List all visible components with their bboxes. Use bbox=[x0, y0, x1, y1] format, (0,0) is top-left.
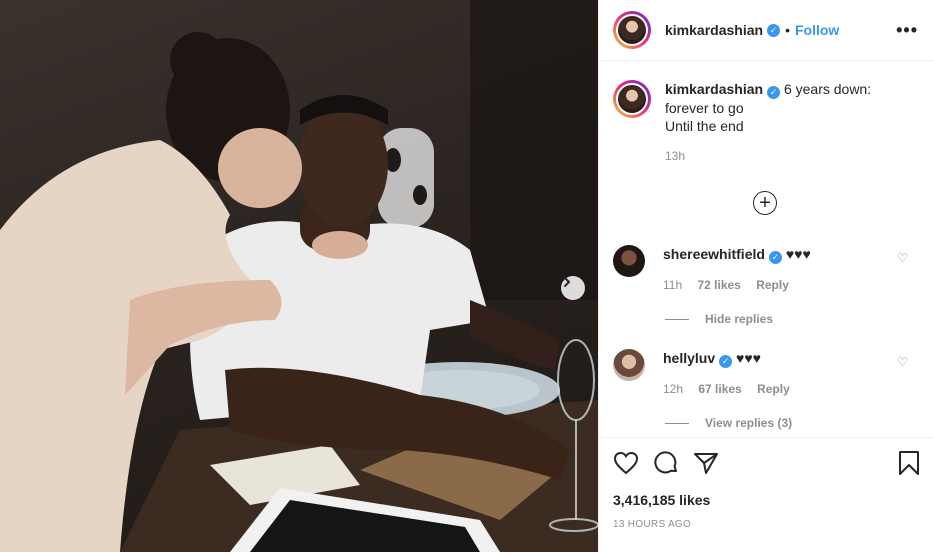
caption-avatar[interactable] bbox=[613, 80, 651, 118]
comment-like-heart-icon[interactable]: ♡ bbox=[897, 251, 908, 265]
comment-text: ♥♥♥ bbox=[736, 350, 761, 366]
comment-likes[interactable]: 72 likes bbox=[697, 278, 740, 292]
hide-replies-button[interactable]: Hide replies bbox=[665, 312, 773, 326]
likes-count[interactable]: 3,416,185 likes bbox=[613, 492, 920, 508]
comment-text: ♥♥♥ bbox=[785, 246, 811, 262]
caption-line-2: forever to go bbox=[665, 99, 744, 116]
load-more-comments-button[interactable]: + bbox=[753, 191, 777, 215]
comment-reply-button[interactable]: Reply bbox=[756, 278, 789, 292]
chevron-right-icon[interactable] bbox=[561, 276, 585, 300]
replies-label: View replies (3) bbox=[705, 416, 793, 430]
caption-time[interactable]: 13h bbox=[665, 147, 871, 165]
verified-badge-icon: ✓ bbox=[767, 85, 781, 99]
comment-likes[interactable]: 67 likes bbox=[698, 382, 741, 396]
comment-reply-button[interactable]: Reply bbox=[757, 382, 790, 396]
caption-line-1: 6 years down: bbox=[783, 81, 872, 97]
replies-label: Hide replies bbox=[705, 312, 774, 326]
view-replies-button[interactable]: View replies (3) bbox=[665, 416, 792, 430]
author-username[interactable]: kimkardashian bbox=[665, 22, 763, 38]
separator-dot: • bbox=[785, 22, 790, 38]
share-icon[interactable] bbox=[693, 451, 719, 475]
comment-item: hellyluv ✓ ♥♥♥ 12h 67 likes Reply ♡ bbox=[613, 349, 918, 398]
verified-badge-icon: ✓ bbox=[768, 250, 782, 264]
post-timestamp[interactable]: 13 HOURS AGO bbox=[613, 519, 920, 530]
heart-icon[interactable] bbox=[613, 451, 639, 475]
post-header: kimkardashian ✓ • Follow ••• bbox=[599, 0, 934, 61]
comment-time[interactable]: 11h bbox=[663, 278, 682, 292]
comment-time[interactable]: 12h bbox=[663, 382, 683, 396]
comment-icon[interactable] bbox=[653, 451, 679, 475]
post-caption: kimkardashian ✓ 6 years down: forever to … bbox=[613, 80, 918, 165]
post-side-panel: kimkardashian ✓ • Follow ••• kimkardashi… bbox=[598, 0, 934, 552]
more-options-icon[interactable]: ••• bbox=[896, 20, 918, 41]
commenter-avatar[interactable] bbox=[613, 349, 645, 381]
caption-username[interactable]: kimkardashian bbox=[665, 81, 763, 97]
bookmark-icon[interactable] bbox=[898, 450, 920, 476]
photo-illustration bbox=[0, 0, 598, 552]
verified-badge-icon: ✓ bbox=[719, 354, 733, 368]
follow-button[interactable]: Follow bbox=[795, 22, 839, 38]
verified-badge-icon: ✓ bbox=[767, 23, 781, 37]
post-actions: 3,416,185 likes 13 HOURS AGO bbox=[599, 437, 934, 530]
replies-divider bbox=[665, 318, 689, 320]
comment-item: shereewhitfield ✓ ♥♥♥ 11h 72 likes Reply … bbox=[613, 245, 918, 294]
commenter-username[interactable]: shereewhitfield bbox=[663, 246, 765, 262]
author-avatar[interactable] bbox=[613, 11, 651, 49]
replies-divider bbox=[665, 422, 689, 424]
commenter-username[interactable]: hellyluv bbox=[663, 350, 715, 366]
commenter-avatar[interactable] bbox=[613, 245, 645, 277]
post-photo[interactable] bbox=[0, 0, 598, 552]
caption-line-3: Until the end bbox=[665, 117, 744, 134]
comment-like-heart-icon[interactable]: ♡ bbox=[897, 355, 908, 369]
